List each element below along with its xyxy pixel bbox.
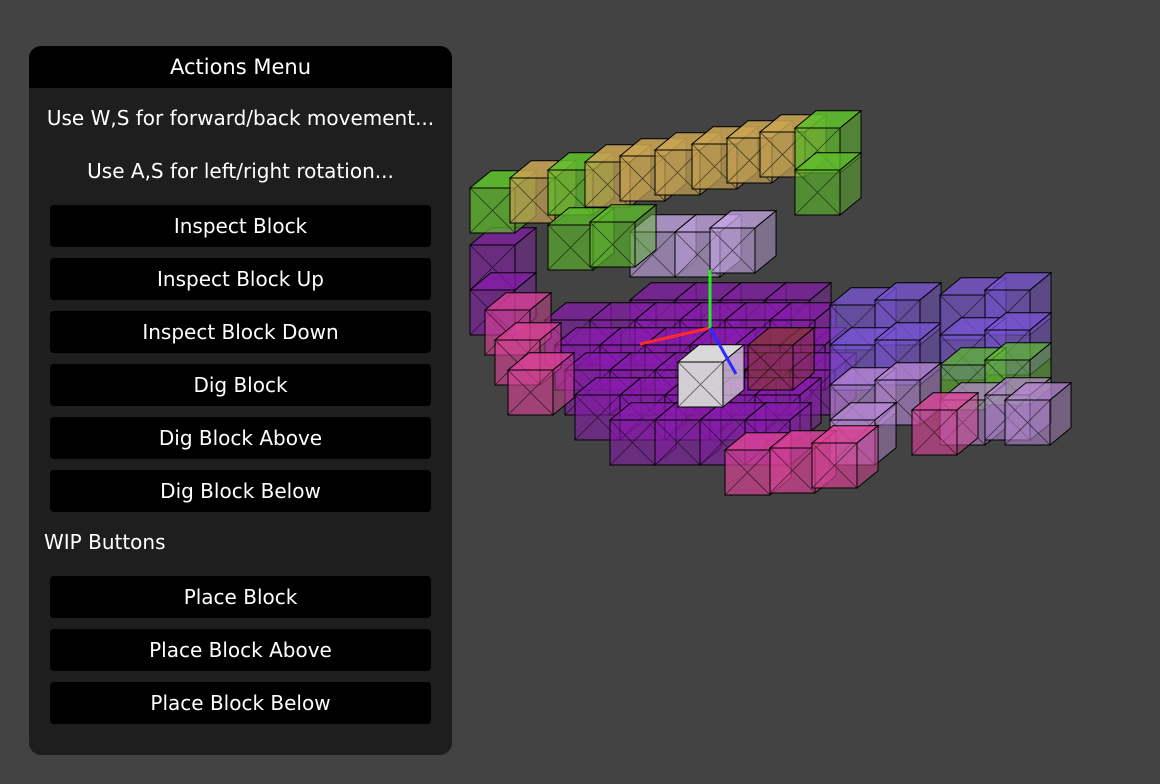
inspect-block-down-button[interactable]: Inspect Block Down [50, 311, 431, 353]
wall-block [506, 351, 576, 417]
place-block-above-button[interactable]: Place Block Above [50, 629, 431, 671]
movement-hint: Use W,S for forward/back movement... [46, 106, 435, 130]
bridge-block [588, 203, 658, 269]
inspect-block-up-button[interactable]: Inspect Block Up [50, 258, 431, 300]
voxel-world [468, 109, 1073, 497]
inspect-block-button[interactable]: Inspect Block [50, 205, 431, 247]
rotation-hint: Use A,S for left/right rotation... [87, 159, 394, 183]
tower-block [910, 391, 980, 457]
dig-block-button[interactable]: Dig Block [50, 364, 431, 406]
bridge-block [793, 151, 863, 217]
wip-buttons-label: WIP Buttons [44, 530, 166, 554]
target-block [746, 326, 816, 392]
dig-block-above-button[interactable]: Dig Block Above [50, 417, 431, 459]
back-block [708, 209, 778, 275]
robot-block [676, 343, 746, 409]
actions-menu-panel: Actions Menu Use W,S for forward/back mo… [29, 46, 452, 755]
place-block-button[interactable]: Place Block [50, 576, 431, 618]
tower-block [1003, 381, 1073, 447]
front-block [810, 424, 880, 490]
place-block-below-button[interactable]: Place Block Below [50, 682, 431, 724]
dig-block-below-button[interactable]: Dig Block Below [50, 470, 431, 512]
actions-menu-title: Actions Menu [29, 46, 452, 88]
